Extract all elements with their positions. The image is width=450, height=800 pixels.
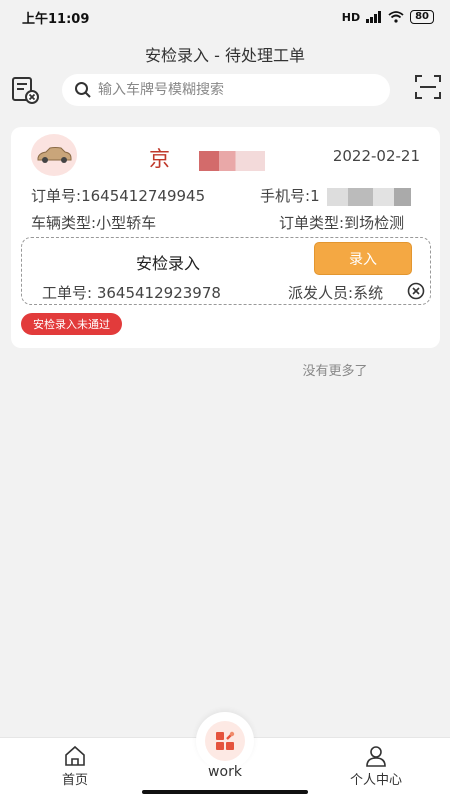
vehicle-type-value: 小型轿车 [96,214,157,232]
tab-profile[interactable]: 个人中心 [316,738,436,788]
dispatcher: 派发人员:系统 [288,282,383,303]
status-time: 上午11:09 [22,11,90,27]
work-icon-circle [205,721,245,761]
order-number-label: 订单号: [31,187,82,205]
tab-work[interactable] [196,712,254,770]
status-bar: 上午11:09 HD 80 [0,0,450,34]
network-label: HD [341,10,361,24]
scan-icon[interactable] [414,74,442,100]
order-date: 2022-02-21 [332,147,420,165]
vehicle-type: 车辆类型:小型轿车 [31,212,156,233]
phone-redaction [327,188,411,206]
plate-redaction [199,151,265,171]
phone-number: 手机号:1 [260,185,320,206]
task-box: 安检录入 录入 工单号: 3645412923978 派发人员:系统 [21,237,431,305]
order-type-value: 到场检测 [344,214,405,232]
dispatcher-value: 系统 [353,284,384,302]
signal-icon [366,11,382,23]
search-input[interactable] [98,82,358,98]
search-bar[interactable] [62,74,390,106]
home-indicator [142,790,308,794]
order-number: 订单号:1645412749945 [31,185,205,206]
order-type-label: 订单类型: [279,214,345,232]
close-icon[interactable] [407,282,425,300]
no-more-text: 没有更多了 [302,364,368,379]
phone-value: 1 [310,187,320,205]
order-card[interactable]: 京 2022-02-21 订单号:1645412749945 手机号:1 车辆类… [11,127,440,348]
document-cancel-icon[interactable] [10,75,40,105]
wifi-icon [388,11,404,23]
order-number-value: 1645412749945 [81,187,206,205]
vehicle-type-label: 车辆类型: [31,214,97,232]
status-badge: 安检录入未通过 [21,313,122,335]
order-type: 订单类型:到场检测 [279,212,404,233]
status-icons: HD 80 [342,10,434,24]
work-order-number: 工单号: 3645412923978 [42,282,221,303]
entry-button[interactable]: 录入 [314,242,412,275]
license-plate: 京 [149,147,170,171]
car-avatar [31,134,77,176]
tools-icon [216,731,235,750]
dispatcher-label: 派发人员: [288,284,354,302]
tab-home[interactable]: 首页 [15,738,135,788]
work-order-value: 3645412923978 [96,284,221,302]
work-order-label: 工单号: [42,284,93,302]
tab-work-label[interactable]: work [0,764,450,780]
phone-label: 手机号: [260,187,311,205]
search-icon [75,82,91,98]
page-title: 安检录入 - 待处理工单 [145,46,305,65]
car-icon [37,147,72,163]
battery-icon: 80 [410,10,434,24]
task-title: 安检录入 [136,254,201,273]
